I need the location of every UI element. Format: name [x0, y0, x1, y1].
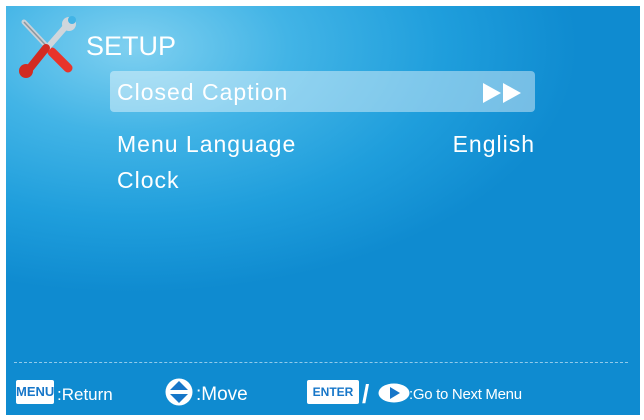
fast-forward-icon — [481, 82, 525, 103]
up-down-arrows-icon — [165, 378, 193, 406]
help-bar: MENU :Return :Move ENTER / :Go to Next M… — [6, 374, 640, 414]
menu-item-label: Closed Caption — [117, 79, 289, 105]
divider — [14, 362, 628, 363]
page-title: SETUP — [86, 31, 177, 61]
move-hint: :Move — [196, 384, 248, 405]
right-arrow-icon — [378, 383, 410, 403]
setup-menu-screen: SETUP Closed Caption Menu Language Engli… — [6, 6, 640, 415]
menu-item-label: Menu Language — [117, 131, 297, 157]
menu-item-menu-language[interactable]: Menu Language English — [110, 123, 535, 164]
return-hint: :Return — [57, 385, 113, 404]
next-menu-hint: :Go to Next Menu — [409, 386, 522, 403]
slash-separator: / — [362, 379, 370, 409]
enter-key-badge: ENTER — [307, 380, 359, 404]
tools-icon — [16, 16, 78, 80]
menu-item-closed-caption[interactable]: Closed Caption — [110, 71, 535, 112]
menu-item-clock[interactable]: Clock — [110, 159, 535, 200]
menu-item-label: Clock — [117, 167, 180, 193]
menu-key-badge: MENU — [16, 380, 54, 404]
menu-item-value: English — [452, 131, 535, 157]
